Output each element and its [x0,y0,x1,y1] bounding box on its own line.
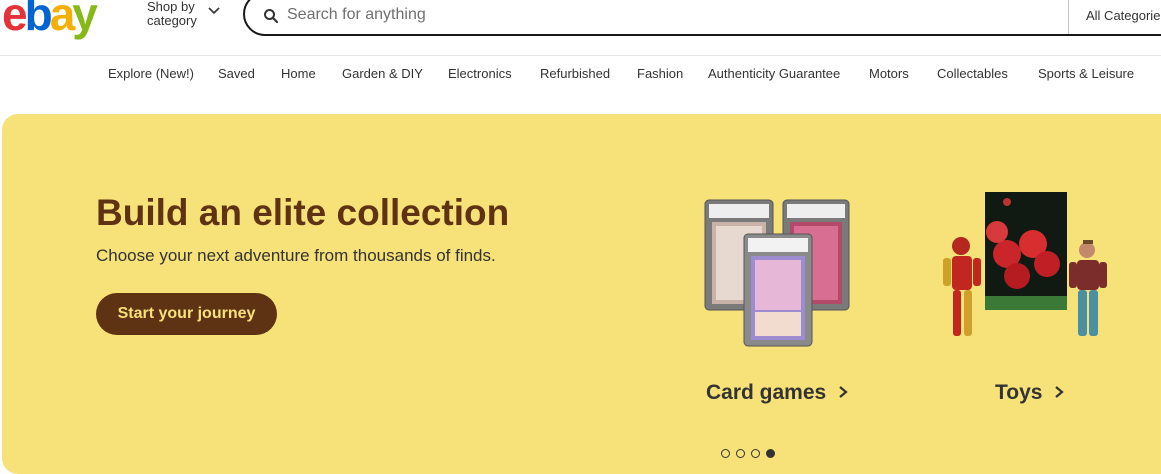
nav-item-garden-diy[interactable]: Garden & DIY [342,66,423,81]
nav-item-explore[interactable]: Explore (New!) [108,66,194,81]
toys-tile[interactable]: Toys [937,184,1127,414]
nav-item-motors[interactable]: Motors [869,66,909,81]
ebay-logo[interactable]: ebay [2,0,98,40]
carousel-dot-1[interactable] [721,449,730,458]
hero-banner: Build an elite collection Choose your ne… [2,114,1161,474]
nav-item-fashion[interactable]: Fashion [637,66,683,81]
graded-cards-image [704,199,850,347]
chevron-down-icon [208,7,220,15]
carousel-dot-4[interactable] [766,449,775,458]
nav-item-home[interactable]: Home [281,66,316,81]
search-input[interactable] [287,2,1047,28]
shop-by-category-button[interactable]: Shop by category [147,0,237,32]
category-select[interactable]: All Categorie [1086,8,1160,23]
chevron-right-icon [839,386,848,398]
nav-item-sports-leisure[interactable]: Sports & Leisure [1038,66,1134,81]
logo-letter-y: y [72,0,98,40]
search-icon [264,9,279,24]
nav-item-electronics[interactable]: Electronics [448,66,512,81]
card-games-label: Card games [706,381,827,404]
shop-by-category-label: Shop by category [147,0,197,28]
hero-title: Build an elite collection [96,192,510,233]
header-divider [0,55,1161,56]
search-divider [1068,0,1069,34]
nav-item-refurbished[interactable]: Refurbished [540,66,610,81]
toys-image [943,192,1107,336]
search-bar: All Categorie [243,0,1161,36]
chevron-right-icon [1055,386,1065,398]
toys-link: Toys [995,381,1066,405]
logo-letter-a: a [49,0,76,40]
carousel-dot-2[interactable] [736,449,745,458]
category-nav: Explore (New!) Saved Home Garden & DIY E… [0,64,1161,84]
logo-letter-b: b [24,0,53,40]
start-journey-button[interactable]: Start your journey [96,293,277,335]
card-games-link: Card games [706,381,850,405]
nav-item-saved[interactable]: Saved [218,66,255,81]
hero-subtitle: Choose your next adventure from thousand… [96,246,496,265]
nav-item-authenticity-guarantee[interactable]: Authenticity Guarantee [708,66,840,81]
nav-item-collectables[interactable]: Collectables [937,66,1008,81]
carousel-dot-3[interactable] [751,449,760,458]
toys-label: Toys [995,381,1043,404]
card-games-tile[interactable]: Card games [702,184,862,414]
header: ebay Shop by category All Categorie [0,0,1161,56]
logo-letter-e: e [2,0,28,40]
